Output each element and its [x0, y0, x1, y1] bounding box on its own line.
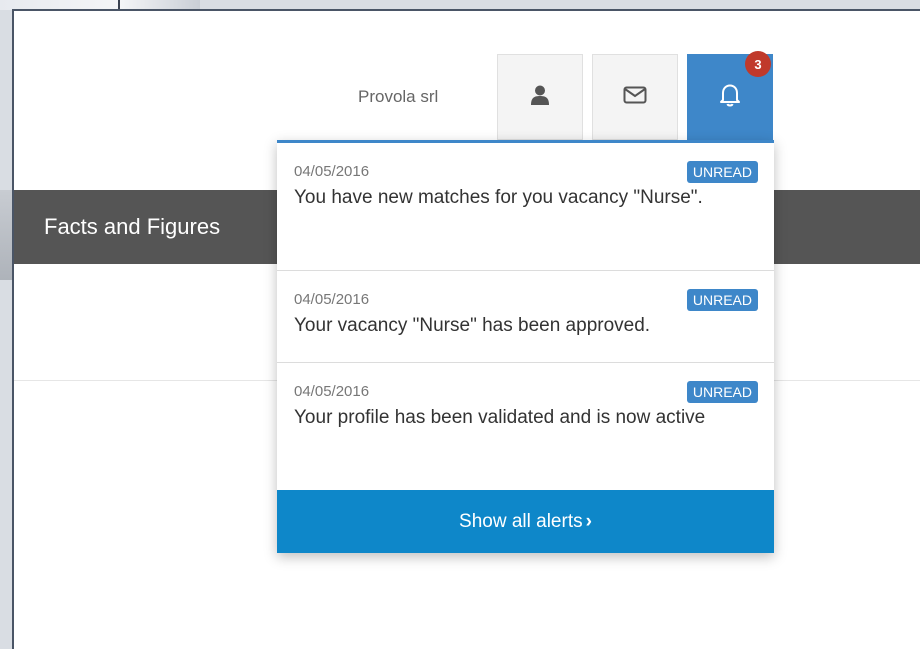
show-all-alerts-label: Show all alerts [459, 510, 583, 532]
alert-item[interactable]: 04/05/2016 UNREAD Your vacancy "Nurse" h… [277, 271, 774, 363]
nav-title-facts-and-figures[interactable]: Facts and Figures [44, 214, 220, 240]
user-icon [529, 84, 551, 111]
account-name[interactable]: Provola srl [358, 87, 438, 107]
alert-item[interactable]: 04/05/2016 UNREAD You have new matches f… [277, 143, 774, 271]
profile-button[interactable] [497, 54, 583, 140]
alert-text: Your profile has been validated and is n… [294, 407, 706, 428]
bell-icon [719, 82, 741, 113]
unread-badge: UNREAD [686, 161, 758, 183]
alert-item[interactable]: 04/05/2016 UNREAD Your profile has been … [277, 363, 774, 490]
envelope-icon [623, 86, 647, 109]
unread-badge: UNREAD [686, 381, 758, 403]
unread-badge: UNREAD [686, 289, 758, 311]
show-all-alerts-button[interactable]: Show all alerts › [277, 490, 774, 553]
messages-button[interactable] [592, 54, 678, 140]
notifications-dropdown: 04/05/2016 UNREAD You have new matches f… [277, 140, 774, 553]
alert-text: You have new matches for you vacancy "Nu… [294, 187, 703, 208]
chevron-right-icon: › [585, 510, 592, 532]
notification-count-badge: 3 [745, 51, 771, 77]
alert-text: Your vacancy "Nurse" has been approved. [294, 315, 651, 336]
